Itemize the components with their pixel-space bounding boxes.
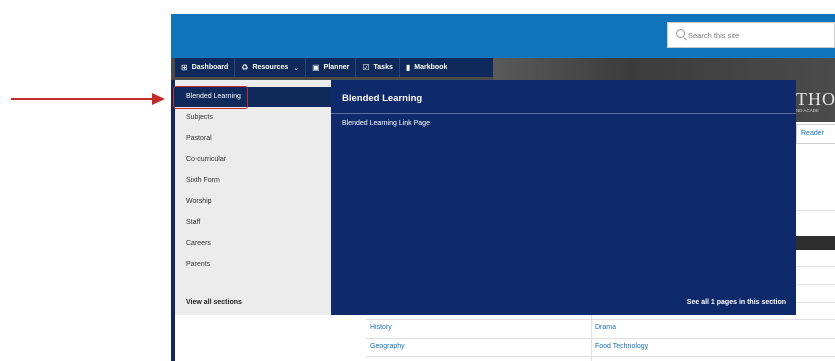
nav-tasks[interactable]: ☑ Tasks: [356, 58, 400, 77]
section-co-curricular[interactable]: Co-curricular: [186, 156, 226, 163]
search-icon: [676, 29, 685, 38]
section-parents[interactable]: Parents: [186, 261, 210, 268]
panel-divider: [331, 113, 796, 114]
section-careers[interactable]: Careers: [186, 240, 211, 247]
book-icon: ▮: [405, 63, 411, 72]
view-all-sections-link[interactable]: View all sections: [186, 299, 242, 306]
school-name: THOM: [796, 89, 835, 109]
divider: [796, 302, 835, 303]
table-cell[interactable]: Drama: [595, 324, 616, 331]
see-all-pages-link[interactable]: See all 1 pages in this section: [687, 299, 786, 306]
nav-resources[interactable]: ♻ Resources ⌄: [235, 58, 307, 77]
arrow-right-icon: [152, 93, 165, 105]
table-cell[interactable]: Food Technology: [595, 343, 648, 350]
table-row-divider: [366, 338, 835, 339]
section-sixth-form[interactable]: Sixth Form: [186, 177, 220, 184]
table-cell[interactable]: History: [370, 324, 392, 331]
annotation-arrow-line: [11, 98, 155, 100]
nav-markbook-label: Markbook: [414, 64, 448, 71]
section-pastoral[interactable]: Pastoral: [186, 135, 212, 142]
reader-button[interactable]: Reader: [796, 124, 835, 144]
divider: [796, 266, 835, 267]
nav-resources-label: Resources: [252, 64, 289, 71]
resources-dropdown-panel: Blended Learning Blended Learning Link P…: [331, 80, 796, 315]
search-input[interactable]: [688, 25, 828, 45]
nav-dashboard[interactable]: ⊞ Dashboard: [175, 58, 236, 77]
annotation-highlight-box: [173, 86, 248, 109]
grid-icon: ⊞: [181, 63, 188, 72]
section-worship[interactable]: Worship: [186, 198, 212, 205]
main-navbar: ⊞ Dashboard ♻ Resources ⌄ ▣ Planner ☑ Ta…: [175, 58, 493, 77]
nav-planner[interactable]: ▣ Planner: [306, 58, 357, 77]
table-row-divider: [366, 319, 835, 320]
search-box[interactable]: [667, 22, 835, 48]
divider: [796, 284, 835, 285]
resources-icon: ♻: [241, 63, 249, 72]
nav-planner-label: Planner: [323, 64, 350, 71]
table-cell[interactable]: Geography: [370, 343, 405, 350]
chevron-down-icon: ⌄: [293, 64, 300, 72]
section-staff[interactable]: Staff: [186, 219, 200, 226]
nav-markbook[interactable]: ▮ Markbook: [400, 58, 453, 77]
divider: [796, 210, 835, 211]
subjects-table: History Drama Geography Food Technology: [366, 315, 835, 361]
section-subjects[interactable]: Subjects: [186, 114, 213, 121]
calendar-icon: ▣: [312, 63, 320, 72]
table-column-divider: [591, 315, 592, 361]
panel-title: Blended Learning: [342, 93, 423, 104]
dark-header-strip: [796, 236, 835, 250]
nav-dashboard-label: Dashboard: [191, 64, 229, 71]
school-subtitle: ND ACADE: [796, 108, 820, 113]
checkbox-icon: ☑: [362, 63, 370, 72]
resources-dropdown-sections: Blended Learning Subjects Pastoral Co-cu…: [175, 80, 331, 315]
blended-learning-link-page[interactable]: Blended Learning Link Page: [342, 120, 430, 127]
table-row-divider: [366, 356, 835, 357]
nav-tasks-label: Tasks: [373, 64, 393, 71]
